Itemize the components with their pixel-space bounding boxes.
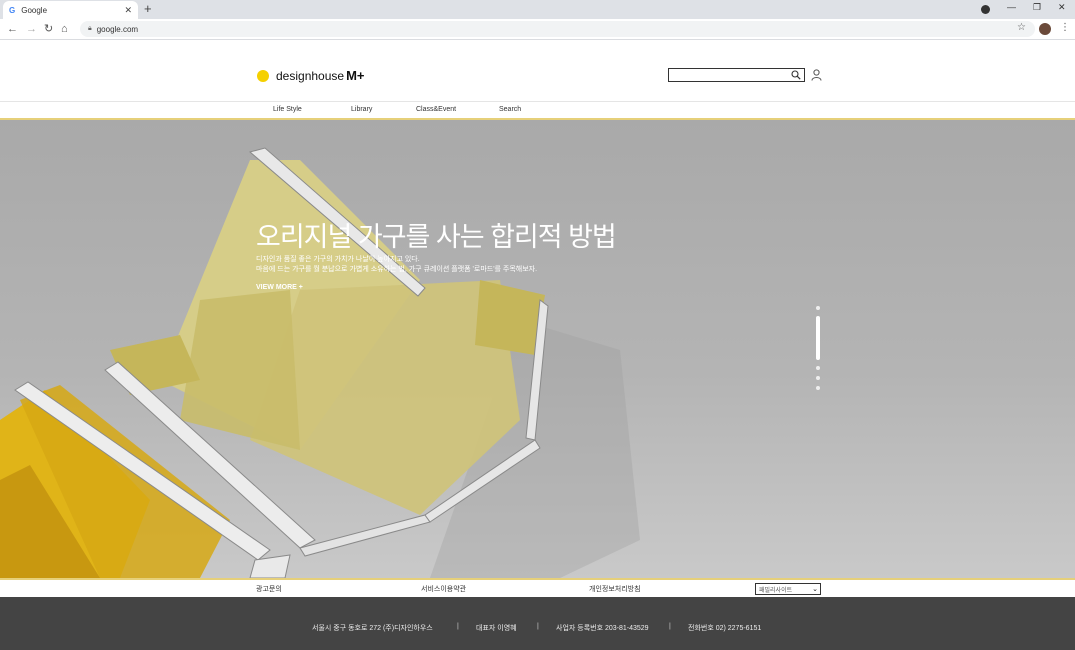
browser-tab[interactable]: G Google ✕ [3, 1, 138, 19]
logo-text: designhouse [276, 68, 345, 83]
footer-business-number: 사업자 등록번호 203-81-43529 [556, 625, 649, 632]
google-favicon-icon: G [9, 5, 16, 15]
restore-button[interactable]: ❐ [1033, 2, 1041, 13]
forward-arrow-icon[interactable]: → [26, 22, 37, 36]
logo-mark: M+ [346, 68, 365, 83]
minimize-button[interactable]: — [1007, 2, 1016, 12]
hero-title: 오리지널 가구를 사는 합리적 방법 [256, 222, 617, 252]
view-more-link[interactable]: VIEW MORE + [256, 284, 303, 291]
footer-ceo: 대표자 이영혜 [476, 625, 517, 632]
terms-link[interactable]: 서비스이용약관 [421, 584, 466, 594]
profile-avatar[interactable] [1039, 23, 1051, 35]
user-icon[interactable] [811, 69, 822, 81]
browser-tab-strip: G Google ✕ + — ❐ ✕ [0, 0, 1075, 19]
site-header: designhouse M+ [0, 41, 1075, 102]
site-footer: 서울시 중구 동호로 272 (주)디자인하우스 | 대표자 이영혜 | 사업자… [0, 597, 1075, 650]
pager-dot[interactable] [816, 376, 820, 380]
hero-chair-image [0, 147, 640, 578]
site-search-input[interactable] [668, 68, 805, 82]
address-bar[interactable]: 🔒︎ google.com [80, 21, 1035, 37]
main-navigation: Life Style Library Class&Event Search [0, 102, 1075, 120]
family-site-select[interactable]: 패밀리사이트 ⌄ [755, 583, 821, 595]
hero-banner[interactable]: 오리지널 가구를 사는 합리적 방법 디자인과 품질 좋은 가구의 가치가 나날… [0, 120, 1075, 578]
slide-pager [815, 306, 821, 396]
reload-icon[interactable]: ↻ [44, 22, 53, 36]
bookmark-star-icon[interactable]: ☆ [1017, 22, 1026, 33]
nav-library[interactable]: Library [351, 106, 372, 113]
logo-dot-icon [257, 69, 269, 82]
nav-search[interactable]: Search [499, 106, 521, 113]
footer-separator: | [457, 623, 459, 630]
chevron-down-icon: ⌄ [812, 586, 818, 593]
privacy-policy-link[interactable]: 개인정보처리방침 [589, 584, 641, 594]
lock-icon: 🔒︎ [88, 25, 92, 32]
family-site-selected: 패밀리사이트 [759, 587, 793, 594]
pager-dot[interactable] [816, 366, 820, 370]
ad-inquiry-link[interactable]: 광고문의 [256, 584, 282, 594]
footer-links-bar: 광고문의 서비스이용약관 개인정보처리방침 패밀리사이트 ⌄ [0, 578, 1075, 597]
footer-address: 서울시 중구 동호로 272 (주)디자인하우스 [312, 625, 433, 632]
pager-dot[interactable] [816, 306, 820, 310]
nav-class-event[interactable]: Class&Event [416, 106, 456, 113]
close-window-button[interactable]: ✕ [1058, 2, 1066, 13]
search-icon[interactable] [791, 70, 801, 80]
pager-active-indicator[interactable] [816, 316, 820, 360]
back-arrow-icon[interactable]: ← [7, 22, 18, 36]
pager-dot[interactable] [816, 386, 820, 390]
footer-separator: | [537, 623, 539, 630]
browser-toolbar: ← → ↻ ⌂ 🔒︎ google.com ☆ ⋮ [0, 19, 1075, 40]
new-tab-button[interactable]: + [144, 1, 152, 17]
site-logo[interactable]: designhouse M+ [257, 68, 364, 83]
home-icon[interactable]: ⌂ [61, 22, 68, 36]
footer-separator: | [669, 623, 671, 630]
nav-life-style[interactable]: Life Style [273, 106, 302, 113]
hero-description-line-1: 디자인과 품질 좋은 가구의 가치가 나날이 높아지고 있다. [256, 256, 420, 263]
tab-title: Google [21, 5, 48, 15]
footer-phone: 전화번호 02) 2275-6151 [688, 625, 762, 632]
hero-description-line-2: 마음에 드는 가구를 월 분납으로 가볍게 소유하는 법, 가구 큐레이션 플랫… [256, 266, 538, 273]
browser-account-icon[interactable] [981, 5, 990, 14]
menu-kebab-icon[interactable]: ⋮ [1060, 22, 1070, 33]
tab-close-icon[interactable]: ✕ [124, 5, 132, 16]
url-text: google.com [96, 24, 139, 34]
